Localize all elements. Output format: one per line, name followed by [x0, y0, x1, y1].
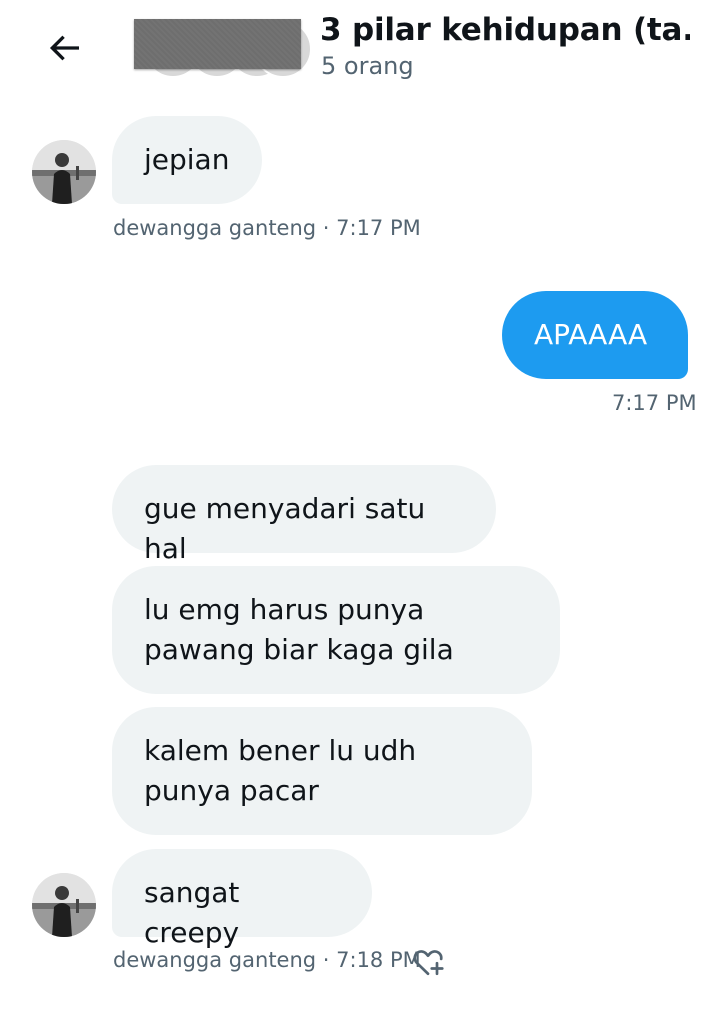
heart-plus-icon	[413, 950, 444, 976]
message-bubble[interactable]: jepian	[112, 116, 262, 204]
message-meta: dewangga ganteng · 7:17 PM	[113, 216, 421, 240]
redaction-block	[134, 19, 301, 69]
message-bubble-outgoing[interactable]: APAAAA	[502, 291, 688, 379]
avatar-photo	[32, 140, 96, 204]
message-bubble[interactable]: kalem bener lu udh punya pacar	[112, 707, 532, 835]
avatar-photo	[32, 873, 96, 937]
back-button[interactable]	[36, 22, 92, 74]
message-bubble[interactable]: sangat creepy	[112, 849, 372, 949]
message-text: lu emg harus punya pawang biar kaga gila	[144, 593, 454, 666]
message-bubble[interactable]: gue menyadari satu hal	[112, 465, 496, 565]
group-avatar-stack[interactable]	[130, 16, 312, 78]
message-bubble[interactable]: lu emg harus punya pawang biar kaga gila	[112, 566, 560, 694]
sender-avatar[interactable]	[32, 140, 96, 204]
message-text: kalem bener lu udh punya pacar	[144, 734, 417, 807]
member-count: 5 orang	[321, 52, 414, 80]
message-time: 7:17 PM	[612, 391, 697, 415]
conversation-title[interactable]: 3 pilar kehidupan (ta...	[320, 12, 690, 48]
message-meta: dewangga ganteng · 7:18 PM	[113, 948, 421, 972]
message-text: jepian	[144, 143, 230, 176]
message-text: gue menyadari satu hal	[144, 492, 426, 565]
sender-avatar[interactable]	[32, 873, 96, 937]
add-reaction-button[interactable]	[410, 943, 446, 979]
message-text: APAAAA	[534, 318, 648, 351]
arrow-left-icon	[49, 35, 79, 61]
message-text: sangat creepy	[144, 876, 240, 949]
